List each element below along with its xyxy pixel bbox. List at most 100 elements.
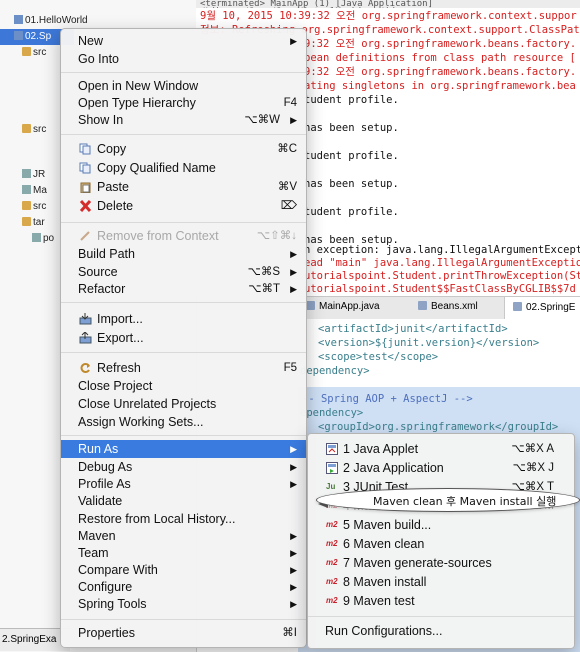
folder-icon [22, 201, 31, 210]
menu-item-configure[interactable]: Configure ▶ [61, 578, 306, 596]
menu-item-properties[interactable]: Properties ⌘I [61, 624, 306, 642]
code-line: <version>${junit.version}</version> [318, 337, 540, 349]
console-line: ating singletons in org.springframework.… [304, 80, 576, 92]
tab-beans-xml[interactable]: Beans.xml [418, 301, 478, 312]
menu-separator [61, 134, 306, 135]
menu-separator [61, 222, 306, 223]
tree-item-maven[interactable]: Ma [22, 183, 47, 199]
menu-item-new[interactable]: New ▶ [61, 32, 306, 50]
menu-separator [61, 435, 306, 436]
tree-item-jre[interactable]: JR [22, 167, 45, 183]
menu-item-open-new-window[interactable]: Open in New Window [61, 77, 306, 95]
tree-item-pom[interactable]: po [32, 231, 54, 247]
xml-file-icon [32, 233, 41, 242]
menu-item-build-path[interactable]: Build Path ▶ [61, 245, 306, 263]
java-application-icon [326, 462, 338, 474]
menu-item-validate[interactable]: Validate [61, 492, 306, 510]
menu-item-close-unrelated-projects[interactable]: Close Unrelated Projects [61, 395, 306, 413]
menu-item-spring-tools[interactable]: Spring Tools ▶ [61, 595, 306, 613]
project-icon [14, 31, 23, 40]
context-menu: New ▶ Go Into Open in New Window Open Typ… [60, 28, 307, 648]
console-line: utorialspoint.Student.printThrowExceptio… [304, 270, 580, 282]
menu-item-open-type-hierarchy[interactable]: Open Type Hierarchy F4 [61, 94, 306, 112]
menu-item-copy[interactable]: Copy ⌘C [61, 140, 306, 158]
submenu-arrow-icon: ▶ [290, 462, 297, 472]
copy-qualified-icon [79, 162, 91, 174]
menu-item-go-into[interactable]: Go Into [61, 50, 306, 68]
tree-item-src[interactable]: src [22, 122, 46, 138]
submenu-arrow-icon: ▶ [290, 479, 297, 489]
menu-item-delete[interactable]: Delete ⌦ [61, 197, 306, 215]
tree-item-src[interactable]: src [22, 199, 46, 215]
project-icon [14, 15, 23, 24]
console-line: has been setup. [304, 122, 399, 134]
delete-icon [79, 200, 92, 212]
menu-item-close-project[interactable]: Close Project [61, 377, 306, 395]
console-line: tudent profile. [304, 94, 399, 106]
submenu-arrow-icon: ▶ [290, 548, 297, 558]
menu-separator [308, 616, 574, 617]
submenu-arrow-icon: ▶ [290, 582, 297, 592]
copy-icon [79, 143, 91, 155]
menu-item-restore-local-history[interactable]: Restore from Local History... [61, 510, 306, 528]
annotation-callout: Maven clean 후 Maven install 실행 [316, 488, 580, 512]
tree-item-src[interactable]: src [22, 45, 46, 61]
menu-item-compare-with[interactable]: Compare With ▶ [61, 561, 306, 579]
console-line: has been setup. [304, 178, 399, 190]
submenu-item-maven-build-dialog[interactable]: m2 5 Maven build... [308, 516, 574, 534]
tab-mainapp-java[interactable]: MainApp.java [306, 301, 380, 312]
code-line: dependency> [300, 365, 370, 377]
console-line: bean definitions from class path resourc… [304, 52, 576, 64]
submenu-item-maven-install[interactable]: m2 8 Maven install [308, 573, 574, 591]
menu-item-maven[interactable]: Maven ▶ [61, 527, 306, 545]
submenu-item-java-applet[interactable]: 1 Java Applet ⌥⌘X A [308, 440, 574, 458]
maven-pom-icon [513, 302, 522, 311]
junit-icon: Ju [326, 482, 336, 491]
submenu-item-run-configurations[interactable]: Run Configurations... [308, 622, 574, 640]
tab-pom-xml[interactable]: 02.SpringE [504, 297, 580, 319]
console-line: 9:32 오전 org.springframework.beans.factor… [304, 66, 577, 78]
menu-item-show-in[interactable]: Show In ⌥⌘W ▶ [61, 111, 306, 129]
menu-item-import[interactable]: Import... [61, 310, 306, 328]
menu-item-copy-qualified-name[interactable]: Copy Qualified Name [61, 159, 306, 177]
code-line: -- Spring AOP + AspectJ --> [302, 393, 473, 405]
menu-item-paste[interactable]: Paste ⌘V [61, 178, 306, 196]
callout-text: Maven clean 후 Maven install 실행 [373, 495, 557, 508]
menu-separator [61, 352, 306, 353]
maven-icon: m2 [326, 520, 338, 529]
menu-separator [61, 302, 306, 303]
paste-icon [80, 182, 91, 193]
maven-icon: m2 [326, 539, 338, 548]
menu-item-run-as[interactable]: Run As ▶ [61, 440, 306, 458]
console-line: tudent profile. [304, 150, 399, 162]
menu-item-remove-from-context[interactable]: Remove from Context ⌥⇧⌘↓ [61, 227, 306, 245]
remove-context-icon [80, 231, 90, 241]
submenu-item-java-application[interactable]: 2 Java Application ⌥⌘X J [308, 459, 574, 477]
menu-item-refactor[interactable]: Refactor ⌥⌘T ▶ [61, 280, 306, 298]
menu-item-team[interactable]: Team ▶ [61, 544, 306, 562]
java-applet-icon [326, 443, 338, 455]
code-line: <scope>test</scope> [318, 351, 439, 363]
java-file-icon [306, 301, 315, 310]
submenu-arrow-icon: ▶ [290, 267, 297, 277]
console-line: ead "main" java.lang.IllegalArgumentExce… [304, 257, 580, 269]
console-header: <terminated> MainApp (1) [Java Applicati… [196, 0, 580, 8]
menu-item-export[interactable]: Export... [61, 329, 306, 347]
tree-item-hello-world[interactable]: 01.HelloWorld [14, 13, 88, 29]
menu-item-source[interactable]: Source ⌥⌘S ▶ [61, 263, 306, 281]
library-icon [22, 169, 31, 178]
submenu-arrow-icon: ▶ [290, 444, 297, 454]
submenu-item-maven-test[interactable]: m2 9 Maven test [308, 592, 574, 610]
menu-item-refresh[interactable]: Refresh F5 [61, 359, 306, 377]
submenu-item-maven-clean[interactable]: m2 6 Maven clean [308, 535, 574, 553]
menu-item-profile-as[interactable]: Profile As ▶ [61, 475, 306, 493]
folder-icon [22, 124, 31, 133]
code-line: <artifactId>junit</artifactId> [318, 323, 508, 335]
menu-separator [61, 619, 306, 620]
submenu-arrow-icon: ▶ [290, 599, 297, 609]
menu-item-assign-working-sets[interactable]: Assign Working Sets... [61, 413, 306, 431]
menu-item-debug-as[interactable]: Debug As ▶ [61, 458, 306, 476]
menu-separator [61, 72, 306, 73]
submenu-item-maven-generate-sources[interactable]: m2 7 Maven generate-sources [308, 554, 574, 572]
tree-item-target[interactable]: tar [22, 215, 45, 231]
